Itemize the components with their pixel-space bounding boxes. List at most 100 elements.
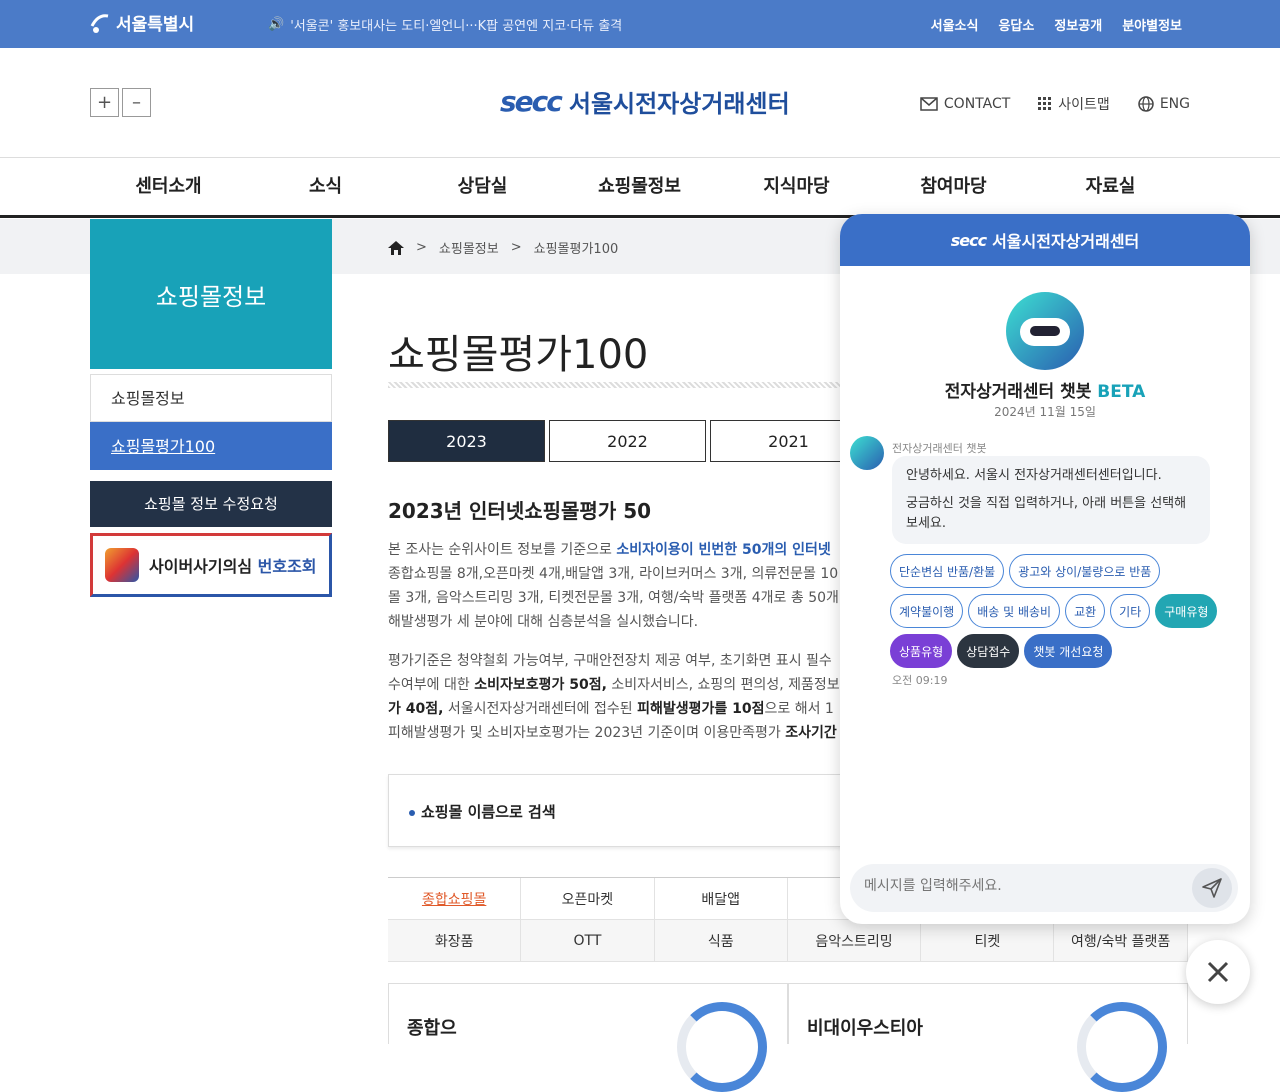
utility-links: CONTACT 사이트맵 ENG (920, 94, 1190, 114)
home-icon[interactable] (388, 240, 404, 255)
speaker-icon: 🔊 (268, 17, 285, 32)
quick-reply-purchase-type[interactable]: 구매유형 (1155, 594, 1218, 628)
page-title: 쇼핑몰평가100 (388, 332, 649, 378)
category-travel[interactable]: 여행/숙박 플랫폼 (1054, 920, 1188, 962)
sidebar: 쇼핑몰정보 쇼핑몰정보 쇼핑몰평가100 쇼핑몰 정보 수정요청 사이버사기의심… (90, 219, 332, 597)
chevron-right-icon: > (416, 240, 427, 255)
category-open-market[interactable]: 오픈마켓 (521, 878, 655, 920)
chat-message-input[interactable] (864, 878, 1184, 894)
main-navigation: 센터소개 소식 상담실 쇼핑몰정보 지식마당 참여마당 자료실 (0, 158, 1280, 218)
message-time: 오전 09:19 (892, 674, 948, 687)
globe-icon (1138, 96, 1154, 112)
site-logo[interactable]: secc 서울시전자상거래센터 (500, 84, 790, 119)
nav-shopping-info[interactable]: 쇼핑몰정보 (561, 158, 718, 216)
tab-2022[interactable]: 2022 (549, 420, 706, 462)
nav-counseling[interactable]: 상담실 (404, 158, 561, 216)
seoul-logo[interactable]: 서울특별시 (88, 10, 194, 35)
year-tabs: 2023 2022 2021 (388, 420, 867, 462)
tab-2023[interactable]: 2023 (388, 420, 545, 462)
category-ticket[interactable]: 티켓 (921, 920, 1055, 962)
category-music-streaming[interactable]: 음악스트리밍 (787, 920, 922, 962)
quick-reply-shipping[interactable]: 배송 및 배송비 (968, 594, 1061, 628)
secc-logo-mark: secc (950, 230, 987, 250)
chatbot-window: secc 서울시전자상거래센터 전자상거래센터 챗봇 BETA 2024년 11… (840, 214, 1250, 924)
mall-search-title: 쇼핑몰 이름으로 검색 (409, 801, 556, 822)
zoom-in-button[interactable]: + (90, 88, 119, 117)
zoom-controls: + – (90, 88, 151, 117)
sitemap-label: 사이트맵 (1058, 97, 1110, 113)
send-icon (1202, 878, 1222, 898)
english-link[interactable]: ENG (1138, 94, 1190, 114)
quick-reply-product-type[interactable]: 상품유형 (890, 634, 953, 668)
category-general-mall[interactable]: 종합쇼핑몰 (388, 878, 522, 920)
sidebar-title: 쇼핑몰정보 (90, 219, 332, 369)
zoom-out-button[interactable]: – (122, 88, 151, 117)
chevron-right-icon: > (510, 240, 522, 255)
top-link-fields[interactable]: 분야별정보 (1122, 15, 1182, 34)
quick-reply-exchange[interactable]: 교환 (1065, 594, 1106, 628)
top-links: 서울소식 응답소 정보공개 분야별정보 (931, 15, 1182, 34)
breadcrumb: > 쇼핑몰정보 > 쇼핑몰평가100 (388, 238, 618, 257)
info-edit-request-button[interactable]: 쇼핑몰 정보 수정요청 (90, 481, 332, 527)
intro-paragraph: 본 조사는 순위사이트 정보를 기준으로 소비자이용이 빈번한 50개의 인터넷… (388, 542, 839, 630)
mall-search-box: 쇼핑몰 이름으로 검색 (388, 774, 848, 847)
sidebar-item-shopping-info[interactable]: 쇼핑몰정보 (90, 374, 332, 422)
chat-date: 2024년 11월 15일 (994, 405, 1096, 419)
result-card[interactable]: 비대이우스티아 (788, 983, 1188, 1092)
quick-reply-other[interactable]: 기타 (1110, 594, 1151, 628)
contact-link[interactable]: CONTACT (920, 94, 1010, 114)
quick-reply-breach[interactable]: 계약불이행 (890, 594, 964, 628)
sidebar-item-rating100[interactable]: 쇼핑몰평가100 (90, 422, 332, 470)
seoul-logo-icon (90, 13, 109, 33)
fraud-label: 사이버사기의심 번호조회 (149, 557, 317, 576)
quick-replies: 단순변심 반품/환불 광고와 상이/불량으로 반품 계약불이행 배송 및 배송비… (890, 554, 1230, 668)
contact-label: CONTACT (943, 96, 1011, 112)
message-bubble: 안녕하세요. 서울시 전자상거래센터센터입니다. 궁금하신 것을 직접 입력하거… (892, 456, 1210, 544)
nav-news[interactable]: 소식 (247, 158, 404, 216)
category-cosmetics[interactable]: 화장품 (388, 920, 522, 962)
title-divider (388, 382, 848, 388)
top-link-news[interactable]: 서울소식 (931, 15, 979, 34)
nav-knowledge[interactable]: 지식마당 (718, 158, 875, 216)
fraud-icon (105, 548, 139, 582)
chatbot-header-title: 서울시전자상거래센터 (992, 232, 1140, 251)
quick-reply-defect-return[interactable]: 광고와 상이/불량으로 반품 (1009, 554, 1161, 588)
greeting-text: 안녕하세요. 서울시 전자상거래센터센터입니다. (906, 468, 1162, 483)
chatbot-close-button[interactable] (1186, 940, 1250, 1004)
mail-icon (920, 97, 938, 111)
fraud-number-lookup-banner[interactable]: 사이버사기의심 번호조회 (90, 533, 332, 597)
english-label: ENG (1159, 96, 1190, 112)
guide-text: 궁금하신 것을 직접 입력하거나, 아래 버튼을 선택해보세요. (906, 496, 1187, 531)
news-text: '서울콘' 홍보대사는 도티·엘언니···K팝 공연엔 지코·다듀 출격 (290, 19, 623, 34)
category-row: 화장품 OTT 식품 음악스트리밍 티켓 여행/숙박 플랫폼 (388, 920, 1188, 962)
top-link-disclosure[interactable]: 정보공개 (1054, 15, 1102, 34)
quick-reply-refund[interactable]: 단순변심 반품/환불 (890, 554, 1005, 588)
send-button[interactable] (1192, 868, 1232, 908)
result-card[interactable]: 종합으 (388, 983, 788, 1092)
news-ticker[interactable]: 🔊 '서울콘' 홍보대사는 도티·엘언니···K팝 공연엔 지코·다듀 출격 (268, 15, 622, 34)
breadcrumb-item[interactable]: 쇼핑몰정보 (439, 238, 499, 257)
sitemap-link[interactable]: 사이트맵 (1038, 94, 1110, 114)
nav-archive[interactable]: 자료실 (1032, 158, 1189, 216)
chatbot-name: 전자상거래센터 챗봇 BETA (944, 382, 1146, 402)
breadcrumb-item[interactable]: 쇼핑몰평가100 (534, 238, 619, 257)
top-link-response[interactable]: 응답소 (998, 15, 1034, 34)
nav-center-intro[interactable]: 센터소개 (90, 158, 247, 216)
chat-input-bar (850, 864, 1238, 912)
grid-icon (1038, 97, 1052, 110)
nav-participation[interactable]: 참여마당 (875, 158, 1032, 216)
site-name: 서울시전자상거래센터 (568, 90, 790, 118)
top-bar: 서울특별시 🔊 '서울콘' 홍보대사는 도티·엘언니···K팝 공연엔 지코·다… (0, 0, 1280, 48)
quick-reply-feedback[interactable]: 챗봇 개선요청 (1024, 634, 1113, 668)
chatbot-header: secc 서울시전자상거래센터 (840, 214, 1250, 266)
site-header: + – secc 서울시전자상거래센터 CONTACT 사이트맵 ENG (0, 48, 1280, 158)
message-sender: 전자상거래센터 챗봇 (892, 442, 987, 455)
seoul-logo-text: 서울특별시 (116, 15, 195, 35)
result-cards: 종합으 비대이우스티아 (388, 983, 1188, 1092)
section-title: 2023년 인터넷쇼핑몰평가 50 (388, 499, 652, 523)
quick-reply-counsel[interactable]: 상담접수 (957, 634, 1020, 668)
category-food[interactable]: 식품 (654, 920, 788, 962)
robot-small-icon (850, 436, 884, 470)
category-ott[interactable]: OTT (521, 920, 655, 962)
category-delivery-app[interactable]: 배달앱 (654, 878, 788, 920)
